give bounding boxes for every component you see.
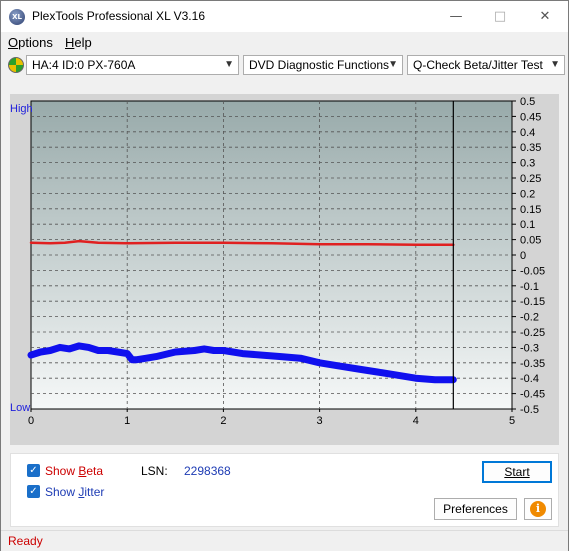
info-button[interactable]: i [524, 498, 552, 520]
preferences-button[interactable]: Preferences [434, 498, 517, 520]
y-tick-label: -0.25 [520, 327, 545, 339]
preferences-button-label: Preferences [443, 502, 508, 516]
x-tick-label: 3 [317, 415, 323, 427]
info-icon: i [530, 501, 546, 517]
y-tick-label: -0.1 [520, 281, 539, 293]
y-tick-label: 0.4 [520, 127, 535, 139]
status-bar: Ready [1, 530, 568, 551]
test-select-value: Q-Check Beta/Jitter Test [413, 58, 543, 72]
y-tick-label: -0.05 [520, 265, 545, 277]
drive-select-value: HA:4 ID:0 PX-760A [32, 58, 136, 72]
y-tick-label: 0 [520, 250, 526, 262]
beta-jitter-chart: 0 1 2 3 4 5 0.5 0.45 0.4 0.35 0.3 0.25 0.2 0.15 0.1 0.0… [10, 96, 545, 427]
y-tick-label: -0.15 [520, 296, 545, 308]
title-bar: XL PlexTools Professional XL V3.16 — □ ✕ [1, 1, 568, 32]
y-tick-label: 0.2 [520, 188, 535, 200]
chevron-down-icon: ▼ [224, 59, 234, 70]
x-tick-label: 5 [509, 415, 515, 427]
show-jitter-label[interactable]: Show Jitter [45, 485, 104, 499]
menu-options[interactable]: Options [8, 35, 53, 50]
function-select[interactable]: DVD Diagnostic Functions ▼ [243, 55, 403, 75]
show-jitter-checkbox[interactable]: ✓ [27, 485, 40, 498]
y-tick-label: -0.3 [520, 342, 539, 354]
app-logo-icon: XL [9, 9, 25, 25]
menu-bar: Options Help [1, 32, 568, 52]
x-tick-label: 2 [220, 415, 226, 427]
y-tick-label: 0.15 [520, 204, 541, 216]
chevron-down-icon: ▼ [550, 59, 560, 70]
y-tick-label: 0.3 [520, 158, 535, 170]
y-tick-label: -0.5 [520, 404, 539, 416]
y-tick-label: 0.45 [520, 111, 541, 123]
control-panel: ✓ Show Beta ✓ Show Jitter LSN: 2298368 S… [10, 453, 559, 527]
show-beta-checkbox[interactable]: ✓ [27, 464, 40, 477]
y-tick-label: -0.45 [520, 389, 545, 401]
disc-icon [8, 57, 24, 73]
window-title: PlexTools Professional XL V3.16 [32, 9, 205, 23]
lsn-label: LSN: [141, 464, 168, 478]
y-tick-label: -0.35 [520, 358, 545, 370]
drive-select[interactable]: HA:4 ID:0 PX-760A ▼ [26, 55, 239, 75]
x-tick-label: 1 [124, 415, 130, 427]
menu-help[interactable]: Help [65, 35, 92, 50]
y-tick-label: 0.35 [520, 142, 541, 154]
y-tick-label: 0.1 [520, 219, 535, 231]
y-tick-label: 0.5 [520, 96, 535, 108]
y-tick-label: -0.4 [520, 373, 539, 385]
x-tick-label: 4 [413, 415, 419, 427]
test-select[interactable]: Q-Check Beta/Jitter Test ▼ [407, 55, 565, 75]
y-axis-high-label: High [10, 103, 33, 115]
start-button[interactable]: Start [482, 461, 552, 483]
y-tick-label: 0.05 [520, 235, 541, 247]
minimize-button[interactable]: — [433, 1, 479, 32]
app-window: XL PlexTools Professional XL V3.16 — □ ✕… [0, 0, 569, 551]
close-button[interactable]: ✕ [522, 1, 568, 32]
function-select-value: DVD Diagnostic Functions [249, 58, 390, 72]
status-text: Ready [8, 534, 43, 548]
y-axis-low-label: Low [10, 402, 30, 414]
maximize-button[interactable]: □ [477, 1, 523, 32]
y-tick-label: -0.2 [520, 312, 539, 324]
x-tick-label: 0 [28, 415, 34, 427]
show-beta-label[interactable]: Show Beta [45, 464, 103, 478]
lsn-value: 2298368 [184, 464, 231, 478]
y-tick-label: 0.25 [520, 173, 541, 185]
chevron-down-icon: ▼ [388, 59, 398, 70]
start-button-label: Start [504, 465, 530, 479]
